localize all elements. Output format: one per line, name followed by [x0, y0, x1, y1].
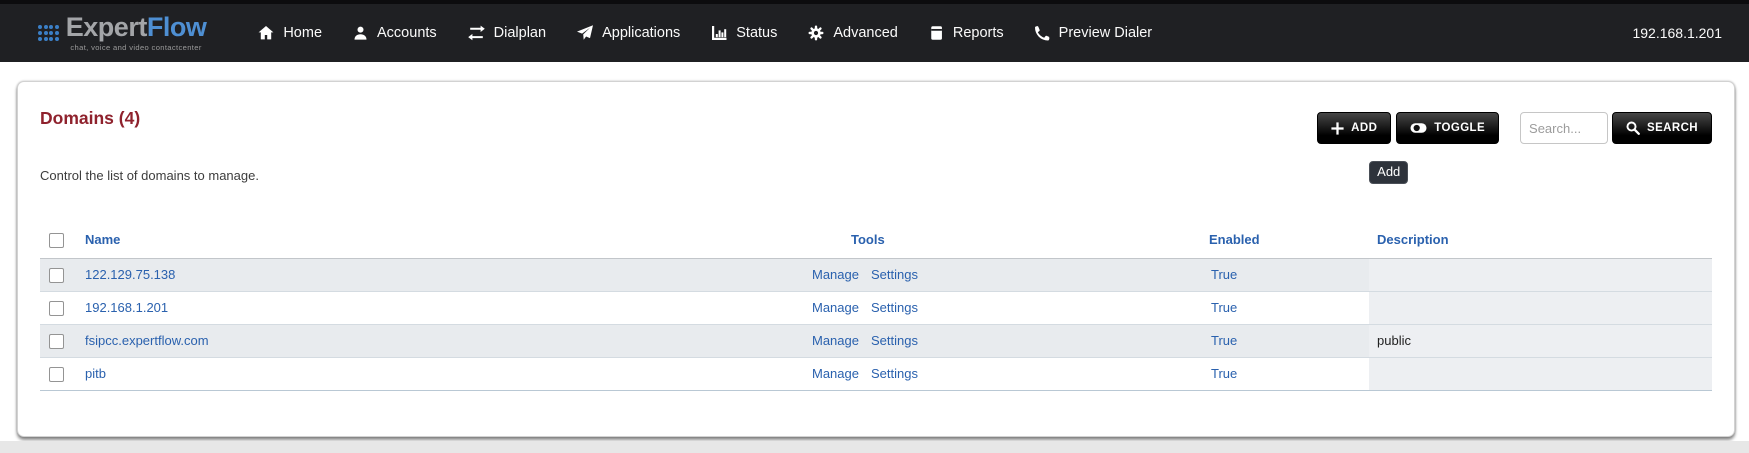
- settings-link[interactable]: Settings: [871, 267, 918, 282]
- search-input[interactable]: [1520, 112, 1608, 144]
- nav-item-accounts[interactable]: Accounts: [353, 25, 437, 41]
- page-footer-strip: [0, 441, 1749, 453]
- manage-link[interactable]: Manage: [812, 267, 859, 282]
- add-button[interactable]: ADD: [1317, 112, 1391, 144]
- domain-name-link[interactable]: pitb: [85, 366, 106, 381]
- user-icon: [353, 25, 368, 41]
- paper-plane-icon: [577, 25, 593, 41]
- description-value: [1369, 357, 1712, 390]
- nav-item-applications[interactable]: Applications: [577, 25, 680, 41]
- table-row: 122.129.75.138 Manage Settings True: [40, 258, 1712, 291]
- nav-item-label: Advanced: [833, 25, 898, 41]
- column-header-description[interactable]: Description: [1369, 222, 1712, 258]
- search-icon: [1626, 121, 1640, 135]
- nav-item-label: Status: [736, 25, 777, 41]
- nav-item-preview-dialer[interactable]: Preview Dialer: [1035, 25, 1152, 41]
- server-address: 192.168.1.201: [1632, 25, 1722, 41]
- row-checkbox[interactable]: [49, 334, 64, 349]
- description-value: [1369, 291, 1712, 324]
- row-checkbox[interactable]: [49, 367, 64, 382]
- nav-item-label: Applications: [602, 25, 680, 41]
- select-all-checkbox[interactable]: [49, 233, 64, 248]
- nav-item-label: Dialplan: [494, 25, 546, 41]
- table-row: fsipcc.expertflow.com Manage Settings Tru…: [40, 324, 1712, 357]
- domain-name-link[interactable]: 192.168.1.201: [85, 300, 168, 315]
- table-header-row: Name Tools Enabled Description: [40, 222, 1712, 258]
- enabled-value: True: [1199, 357, 1369, 390]
- toggle-switch-icon: [1410, 120, 1427, 136]
- top-navbar: ExpertFlow chat, voice and video contact…: [0, 0, 1749, 62]
- column-header-enabled[interactable]: Enabled: [1199, 222, 1369, 258]
- manage-link[interactable]: Manage: [812, 300, 859, 315]
- toggle-button[interactable]: TOGGLE: [1396, 112, 1499, 144]
- domains-panel: Domains (4) ADD Add TOGGLE SEARCH: [17, 81, 1735, 437]
- brand-name: ExpertFlow: [66, 14, 207, 41]
- book-icon: [929, 25, 944, 41]
- domain-name-link[interactable]: 122.129.75.138: [85, 267, 175, 282]
- nav-item-home[interactable]: Home: [258, 25, 322, 41]
- nav-item-advanced[interactable]: Advanced: [808, 25, 898, 41]
- manage-link[interactable]: Manage: [812, 333, 859, 348]
- nav-item-label: Reports: [953, 25, 1004, 41]
- description-value: public: [1369, 324, 1712, 357]
- bar-chart-icon: [711, 25, 727, 41]
- page-subtitle: Control the list of domains to manage.: [40, 168, 1712, 183]
- exchange-arrows-icon: [468, 25, 485, 41]
- column-header-name[interactable]: Name: [76, 222, 779, 258]
- row-checkbox[interactable]: [49, 301, 64, 316]
- column-header-tools: Tools: [779, 222, 1199, 258]
- nav-item-dialplan[interactable]: Dialplan: [468, 25, 546, 41]
- phone-icon: [1035, 25, 1050, 41]
- nav-item-reports[interactable]: Reports: [929, 25, 1004, 41]
- toolbar: ADD Add TOGGLE SEARCH: [1317, 112, 1712, 144]
- table-row: pitb Manage Settings True: [40, 357, 1712, 390]
- domain-name-link[interactable]: fsipcc.expertflow.com: [85, 333, 209, 348]
- settings-link[interactable]: Settings: [871, 366, 918, 381]
- nav-menu: Home Accounts Dialplan Applications Stat…: [258, 25, 1152, 41]
- search-button[interactable]: SEARCH: [1612, 112, 1712, 144]
- expertflow-logo[interactable]: ExpertFlow chat, voice and video contact…: [38, 14, 206, 52]
- nav-item-label: Preview Dialer: [1059, 25, 1152, 41]
- nav-item-status[interactable]: Status: [711, 25, 777, 41]
- row-checkbox[interactable]: [49, 268, 64, 283]
- nav-item-label: Accounts: [377, 25, 437, 41]
- enabled-value: True: [1199, 258, 1369, 291]
- home-icon: [258, 25, 274, 41]
- settings-link[interactable]: Settings: [871, 333, 918, 348]
- add-button-label: ADD: [1351, 122, 1377, 134]
- logo-dots-icon: [38, 25, 59, 40]
- nav-item-label: Home: [283, 25, 322, 41]
- settings-link[interactable]: Settings: [871, 300, 918, 315]
- add-tooltip: Add: [1369, 161, 1408, 184]
- gear-icon: [808, 25, 824, 41]
- brand-tagline: chat, voice and video contactcenter: [66, 44, 207, 52]
- plus-icon: [1331, 122, 1344, 135]
- domains-table: Name Tools Enabled Description 122.129.7…: [40, 222, 1712, 391]
- description-value: [1369, 258, 1712, 291]
- manage-link[interactable]: Manage: [812, 366, 859, 381]
- search-button-label: SEARCH: [1647, 122, 1698, 134]
- toggle-button-label: TOGGLE: [1434, 122, 1485, 134]
- table-row: 192.168.1.201 Manage Settings True: [40, 291, 1712, 324]
- page-title: Domains (4): [40, 108, 140, 129]
- enabled-value: True: [1199, 324, 1369, 357]
- enabled-value: True: [1199, 291, 1369, 324]
